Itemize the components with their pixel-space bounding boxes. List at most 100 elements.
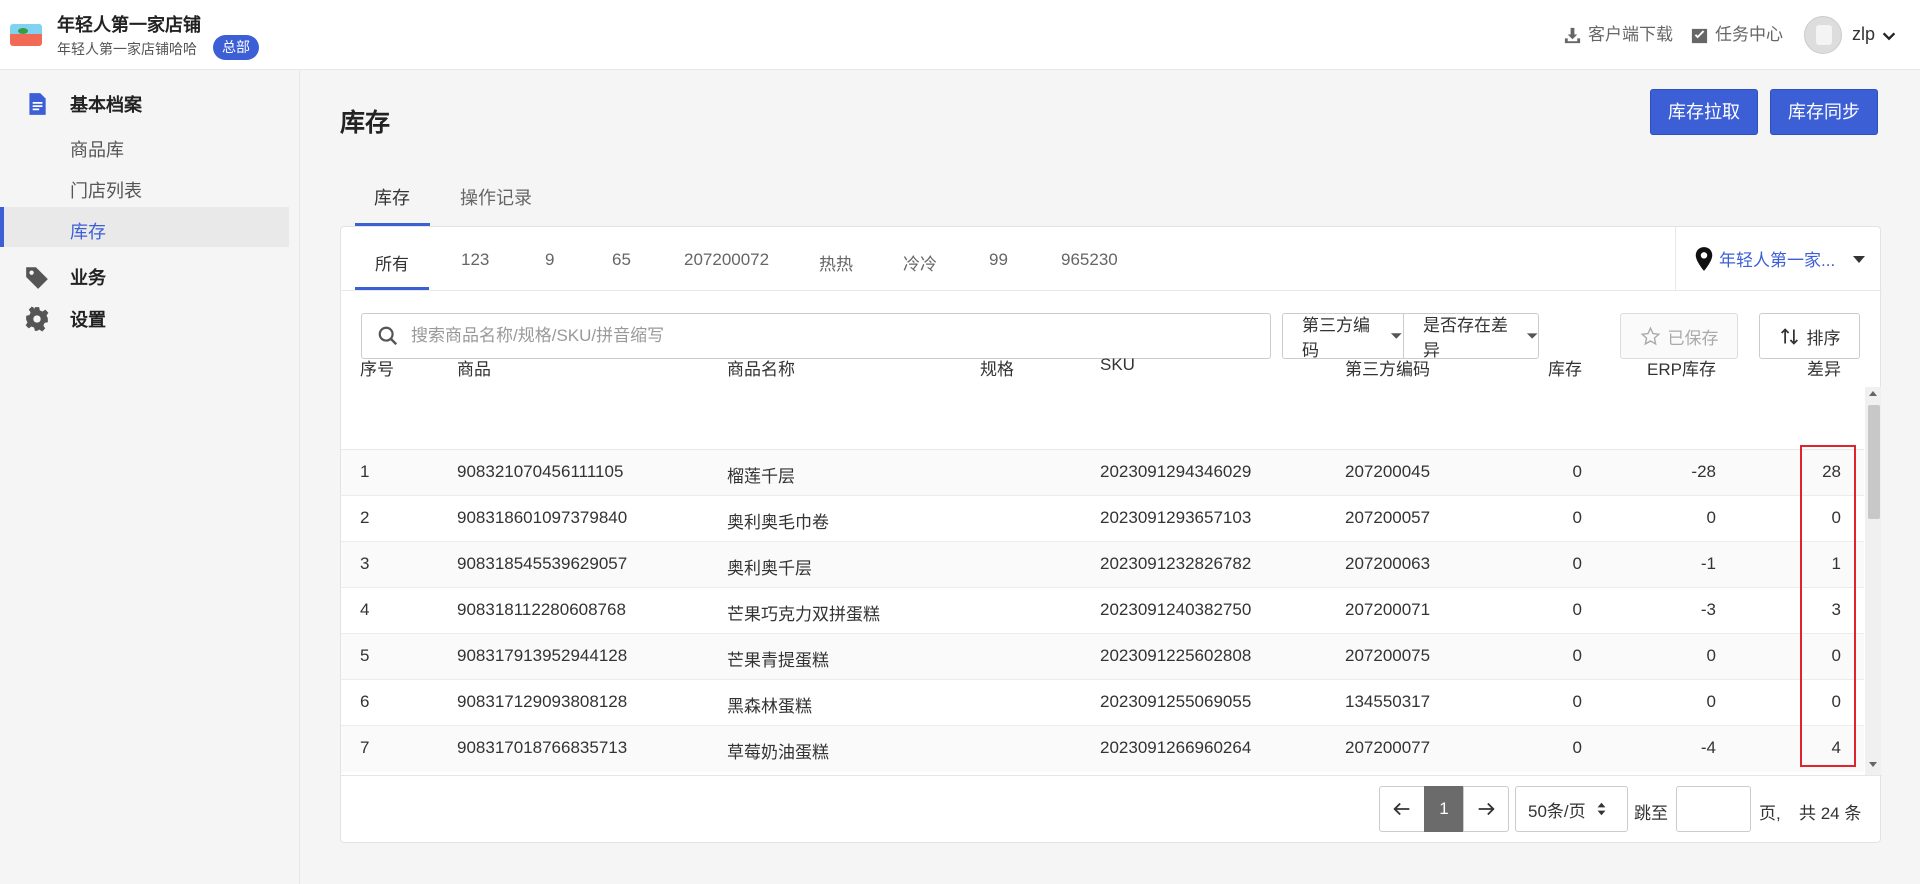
document-icon (29, 93, 46, 115)
tag-icon (26, 267, 48, 289)
store-logo (10, 24, 42, 46)
cell-code: 207200075 (1345, 646, 1431, 665)
page-number-current[interactable]: 1 (1424, 786, 1464, 832)
download-client-link[interactable]: 客户端下载 (1563, 22, 1673, 48)
caret-down-icon (1853, 255, 1866, 263)
cell-stock: 0 (1572, 738, 1582, 757)
top-header: 年轻人第一家店铺 年轻人第一家店铺哈哈 总部 客户端下载 任务中心 zlp (0, 0, 1920, 70)
inventory-pull-button[interactable]: 库存拉取 (1650, 89, 1758, 135)
caret-down-icon (1526, 333, 1538, 339)
third-party-code-dropdown[interactable]: 第三方编码 (1282, 313, 1404, 360)
chevron-down-icon[interactable] (1880, 27, 1898, 45)
sidebar-item-inventory[interactable]: 库存 (70, 218, 106, 244)
store-tab[interactable]: 65 (612, 250, 631, 270)
cell-code: 207200063 (1345, 554, 1431, 573)
store-tab[interactable]: 207200072 (684, 250, 769, 270)
table-row[interactable]: 3 908318545539629057 奥利奥千层 2023091232826… (341, 542, 1864, 588)
cell-name: 芒果巧克力双拼蛋糕 (727, 605, 880, 624)
cell-index: 4 (360, 600, 370, 619)
task-center-link[interactable]: 任务中心 (1690, 22, 1783, 48)
table-row[interactable]: 2 908318601097379840 奥利奥毛巾卷 202309129365… (341, 496, 1864, 542)
store-selector[interactable]: 年轻人第一家... (1675, 227, 1881, 290)
column-header-diff: 差异 (1807, 360, 1841, 379)
cell-stock: 0 (1572, 508, 1582, 527)
store-tab[interactable]: 冷冷 (903, 250, 937, 275)
tab-operation-log[interactable]: 操作记录 (460, 184, 532, 210)
page-size-label: 50条/页 (1528, 801, 1586, 821)
cell-code: 207200071 (1345, 600, 1431, 619)
page-title: 库存 (340, 109, 391, 137)
cell-stock: 0 (1572, 462, 1582, 481)
cell-erp: 0 (1706, 646, 1716, 665)
store-tab[interactable]: 965230 (1061, 250, 1118, 270)
table-row[interactable]: 1 908321070456111105 榴莲千层 20230912943460… (341, 450, 1864, 496)
store-tab-all[interactable]: 所有 (375, 250, 409, 275)
store-tab[interactable]: 123 (461, 250, 489, 270)
cell-name: 奥利奥千层 (727, 559, 812, 578)
cell-index: 5 (360, 646, 370, 665)
sidebar-item-store-list[interactable]: 门店列表 (70, 177, 142, 203)
saved-button[interactable]: 已保存 (1620, 313, 1738, 359)
scroll-down-arrow-icon[interactable] (1869, 762, 1877, 767)
column-header-name: 商品名称 (727, 360, 795, 379)
search-input[interactable] (411, 326, 1231, 346)
cell-index: 2 (360, 508, 370, 527)
caret-down-icon (1391, 333, 1403, 339)
table-row[interactable]: 5 908317913952944128 芒果青提蛋糕 202309122560… (341, 634, 1864, 680)
user-avatar[interactable] (1804, 16, 1842, 54)
jump-page-input[interactable] (1676, 786, 1751, 832)
store-subtitle: 年轻人第一家店铺哈哈 (57, 41, 197, 57)
sort-arrows-icon (1597, 802, 1606, 816)
sidebar-group-settings[interactable]: 设置 (24, 306, 106, 332)
cell-sku: 2023091225602808 (1100, 646, 1252, 665)
scroll-up-arrow-icon[interactable] (1869, 391, 1877, 396)
sidebar-group-basic[interactable]: 基本档案 (24, 91, 142, 117)
cell-sku: 2023091266960264 (1100, 738, 1252, 757)
cell-erp: 0 (1706, 692, 1716, 711)
column-header-spec: 规格 (980, 360, 1014, 379)
saved-label: 已保存 (1667, 328, 1719, 348)
cell-product: 908317018766835713 (457, 738, 628, 757)
difference-filter-label: 是否存在差异 (1423, 316, 1508, 360)
cell-erp: -3 (1700, 600, 1716, 619)
sidebar-item-product-library[interactable]: 商品库 (70, 136, 124, 162)
cell-index: 1 (360, 462, 370, 481)
sort-button[interactable]: 排序 (1759, 313, 1860, 359)
pagination-divider (341, 775, 1882, 776)
store-tab[interactable]: 热热 (819, 250, 853, 275)
table-row[interactable]: 7 908317018766835713 草莓奶油蛋糕 202309126696… (341, 726, 1864, 772)
scrollbar-thumb[interactable] (1868, 405, 1880, 519)
store-name[interactable]: 年轻人第一家店铺 (57, 11, 201, 37)
cell-name: 黑森林蛋糕 (727, 697, 812, 716)
task-icon (1691, 28, 1708, 43)
cell-sku: 2023091240382750 (1100, 600, 1252, 619)
next-page-button[interactable] (1463, 786, 1509, 832)
cell-stock: 0 (1572, 692, 1582, 711)
hq-badge: 总部 (213, 35, 259, 60)
cell-code: 207200077 (1345, 738, 1431, 757)
username[interactable]: zlp (1852, 24, 1875, 45)
sidebar: 基本档案 商品库 门店列表 库存 业务 设置 (0, 71, 300, 884)
sidebar-group-business[interactable]: 业务 (24, 264, 106, 290)
table-row[interactable]: 4 908318112280608768 芒果巧克力双拼蛋糕 202309124… (341, 588, 1864, 634)
tab-inventory[interactable]: 库存 (374, 184, 410, 210)
sidebar-active-highlight (0, 207, 289, 247)
search-box[interactable] (361, 313, 1271, 359)
column-header-code: 第三方编码 (1345, 360, 1430, 379)
page-size-select[interactable]: 50条/页 (1515, 786, 1628, 832)
prev-page-button[interactable] (1379, 786, 1425, 832)
cell-erp: -4 (1700, 738, 1716, 757)
store-tab[interactable]: 9 (545, 250, 554, 270)
cell-code: 134550317 (1345, 692, 1431, 711)
download-icon (1564, 27, 1581, 43)
table-row[interactable]: 6 908317129093808128 黑森林蛋糕 2023091255069… (341, 680, 1864, 726)
cell-product: 908321070456111105 (457, 462, 624, 481)
cell-sku: 2023091294346029 (1100, 462, 1252, 481)
inventory-card: 所有 123 9 65 207200072 热热 冷冷 99 965230 年轻… (340, 226, 1882, 843)
download-client-label: 客户端下载 (1588, 25, 1673, 44)
inventory-sync-button[interactable]: 库存同步 (1770, 89, 1878, 135)
column-header-product: 商品 (457, 360, 491, 379)
cell-product: 908318545539629057 (457, 554, 628, 573)
difference-filter-dropdown[interactable]: 是否存在差异 (1403, 313, 1539, 360)
store-tab[interactable]: 99 (989, 250, 1008, 270)
